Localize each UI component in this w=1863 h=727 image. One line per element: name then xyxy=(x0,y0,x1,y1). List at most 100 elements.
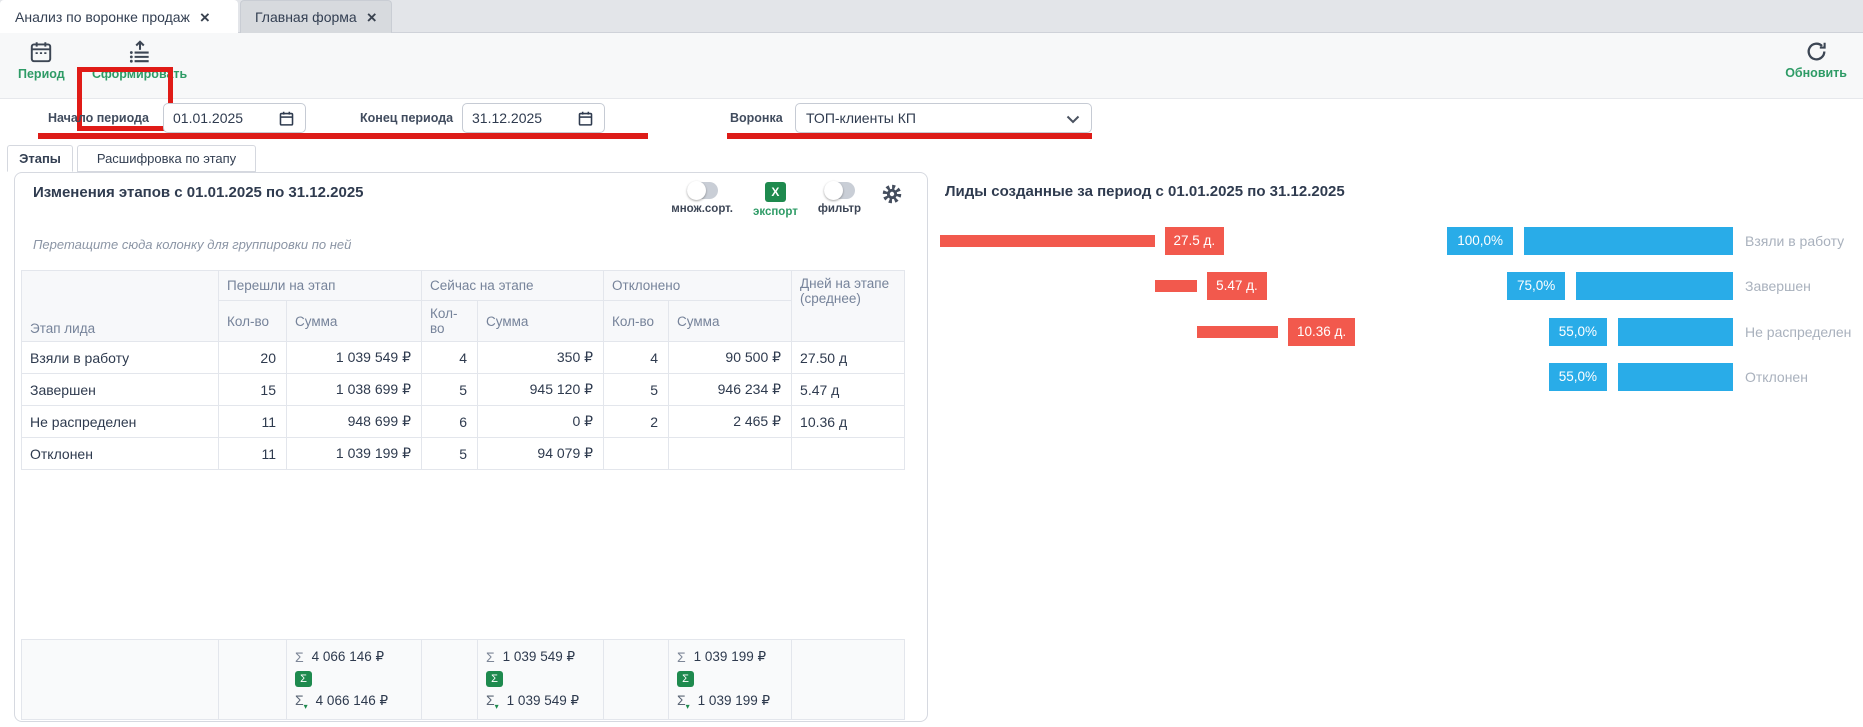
tab-label: Главная форма xyxy=(255,9,357,25)
conversion-bar[interactable] xyxy=(1524,227,1733,255)
excel-sum-icon[interactable]: Σ xyxy=(295,671,312,687)
conversion-bar[interactable] xyxy=(1618,363,1733,391)
close-icon[interactable]: × xyxy=(367,9,377,26)
rejected-count-cell: 5 xyxy=(604,374,669,406)
table-row[interactable]: Взяли в работу 20 1 039 549 ₽ 4 350 ₽ 4 … xyxy=(22,342,905,374)
refresh-label: Обновить xyxy=(1785,66,1847,80)
now-sum-cell: 94 079 ₽ xyxy=(478,438,604,470)
totals-row: Σ4 066 146 ₽ Σ Σ▾4 066 146 ₽ Σ1 039 549 … xyxy=(21,639,905,720)
rejected-sum-cell: 90 500 ₽ xyxy=(669,342,792,374)
window-tab-bar: Анализ по воронке продаж × Главная форма… xyxy=(0,0,1863,33)
refresh-button[interactable]: Обновить xyxy=(1785,39,1847,80)
total-now-sum: Σ1 039 549 ₽ Σ Σ▾1 039 549 ₽ xyxy=(478,640,604,720)
excel-export-icon[interactable]: X xyxy=(765,182,786,202)
tab-stage-details-label: Расшифровка по этапу xyxy=(97,151,236,166)
filter-toggle[interactable] xyxy=(824,182,855,199)
generate-button[interactable]: Сформировать xyxy=(92,39,187,81)
tab-funnel-analysis[interactable]: Анализ по воронке продаж × xyxy=(0,0,238,33)
rejected-count-cell: 2 xyxy=(604,406,669,438)
export-control: X экспорт xyxy=(753,182,798,218)
rejected-sum-cell: 946 234 ₽ xyxy=(669,374,792,406)
conversion-bar[interactable] xyxy=(1576,272,1733,300)
end-period-input[interactable] xyxy=(462,103,605,133)
col-header-stage[interactable]: Этап лида xyxy=(22,271,219,342)
multisort-label: множ.сорт. xyxy=(671,203,733,215)
generate-label: Сформировать xyxy=(92,67,187,81)
start-period-input[interactable] xyxy=(163,103,306,133)
rejected-sum-cell: 2 465 ₽ xyxy=(669,406,792,438)
export-label: экспорт xyxy=(753,206,798,218)
chart-row: 10.36 д. 55,0% Не распределен xyxy=(940,318,1860,346)
days-cell: 27.50 д xyxy=(792,342,905,374)
funnel-select[interactable]: ТОП-клиенты КП xyxy=(795,103,1092,133)
funnel-select-value: ТОП-клиенты КП xyxy=(806,110,916,126)
stage-cell: Завершен xyxy=(22,374,219,406)
stage-label: Не распределен xyxy=(1745,318,1851,346)
generate-report-icon xyxy=(127,39,153,65)
col-header-moved-count[interactable]: Кол-во xyxy=(219,301,287,342)
end-period-label: Конец периода xyxy=(360,111,453,125)
excel-sum-icon[interactable]: Σ xyxy=(486,671,503,687)
now-count-cell: 5 xyxy=(422,374,478,406)
col-header-days[interactable]: Дней на этапе (среднее) xyxy=(792,271,905,342)
stage-label: Взяли в работу xyxy=(1745,227,1844,255)
stage-label: Завершен xyxy=(1745,272,1811,300)
group-drop-hint: Перетащите сюда колонку для группировки … xyxy=(33,237,351,252)
moved-sum-cell: 1 038 699 ₽ xyxy=(287,374,422,406)
chart-row: 27.5 д. 100,0% Взяли в работу xyxy=(940,227,1860,255)
chart-row: 5.47 д. 75,0% Завершен xyxy=(940,272,1860,300)
moved-count-cell: 15 xyxy=(219,374,287,406)
multisort-toggle[interactable] xyxy=(687,182,718,199)
col-header-rejected-count[interactable]: Кол-во xyxy=(604,301,669,342)
stage-cell: Не распределен xyxy=(22,406,219,438)
group-header-rejected[interactable]: Отклонено xyxy=(604,271,792,301)
gear-icon[interactable] xyxy=(881,183,903,205)
stage-cell: Взяли в работу xyxy=(22,342,219,374)
start-period-label: Начало периода xyxy=(48,111,149,125)
col-header-now-count[interactable]: Кол-во xyxy=(422,301,478,342)
now-sum-cell: 945 120 ₽ xyxy=(478,374,604,406)
filtered-sum-icon: Σ▾ xyxy=(677,692,690,711)
tab-main-form[interactable]: Главная форма × xyxy=(240,0,392,33)
table-row[interactable]: Не распределен 11 948 699 ₽ 6 0 ₽ 2 2 46… xyxy=(22,406,905,438)
col-header-rejected-sum[interactable]: Сумма xyxy=(669,301,792,342)
now-count-cell: 4 xyxy=(422,342,478,374)
now-sum-cell: 350 ₽ xyxy=(478,342,604,374)
days-cell xyxy=(792,438,905,470)
total-moved-sum: Σ4 066 146 ₽ Σ Σ▾4 066 146 ₽ xyxy=(287,640,422,720)
close-icon[interactable]: × xyxy=(200,9,210,26)
stage-changes-panel: Изменения этапов с 01.01.2025 по 31.12.2… xyxy=(14,172,928,722)
table-row[interactable]: Отклонен 11 1 039 199 ₽ 5 94 079 ₽ xyxy=(22,438,905,470)
tab-stages[interactable]: Этапы xyxy=(7,145,73,172)
col-header-moved-sum[interactable]: Сумма xyxy=(287,301,422,342)
chart-title: Лиды созданные за период с 01.01.2025 по… xyxy=(945,183,1345,200)
filtered-sum-icon: Σ▾ xyxy=(486,692,499,711)
moved-sum-cell: 1 039 549 ₽ xyxy=(287,342,422,374)
grid-controls: множ.сорт. X экспорт фильтр xyxy=(671,182,903,218)
moved-sum-cell: 948 699 ₽ xyxy=(287,406,422,438)
chevron-down-icon xyxy=(1066,113,1080,125)
filtered-sum-icon: Σ▾ xyxy=(295,692,308,711)
conversion-bar[interactable] xyxy=(1618,318,1733,346)
highlight-underline-funnel xyxy=(727,133,1092,139)
toolbar: Период Сформировать Обновить xyxy=(0,33,1863,99)
table-row[interactable]: Завершен 15 1 038 699 ₽ 5 945 120 ₽ 5 94… xyxy=(22,374,905,406)
period-button[interactable]: Период xyxy=(18,39,65,81)
total-rejected-sum: Σ1 039 199 ₽ Σ Σ▾1 039 199 ₽ xyxy=(669,640,792,720)
tab-stage-details[interactable]: Расшифровка по этапу xyxy=(77,145,256,172)
stage-cell: Отклонен xyxy=(22,438,219,470)
rejected-sum-cell xyxy=(669,438,792,470)
filter-label: фильтр xyxy=(818,203,861,215)
moved-count-cell: 11 xyxy=(219,438,287,470)
multisort-control: множ.сорт. xyxy=(671,182,733,215)
sum-icon: Σ xyxy=(486,649,495,665)
conversion-label: 100,0% xyxy=(1447,227,1513,255)
group-header-moved[interactable]: Перешли на этап xyxy=(219,271,422,301)
panel-title: Изменения этапов с 01.01.2025 по 31.12.2… xyxy=(33,184,364,201)
group-header-now[interactable]: Сейчас на этапе xyxy=(422,271,604,301)
col-header-now-sum[interactable]: Сумма xyxy=(478,301,604,342)
tab-stages-label: Этапы xyxy=(19,151,61,166)
moved-count-cell: 11 xyxy=(219,406,287,438)
excel-sum-icon[interactable]: Σ xyxy=(677,671,694,687)
funnel-label: Воронка xyxy=(730,111,783,125)
